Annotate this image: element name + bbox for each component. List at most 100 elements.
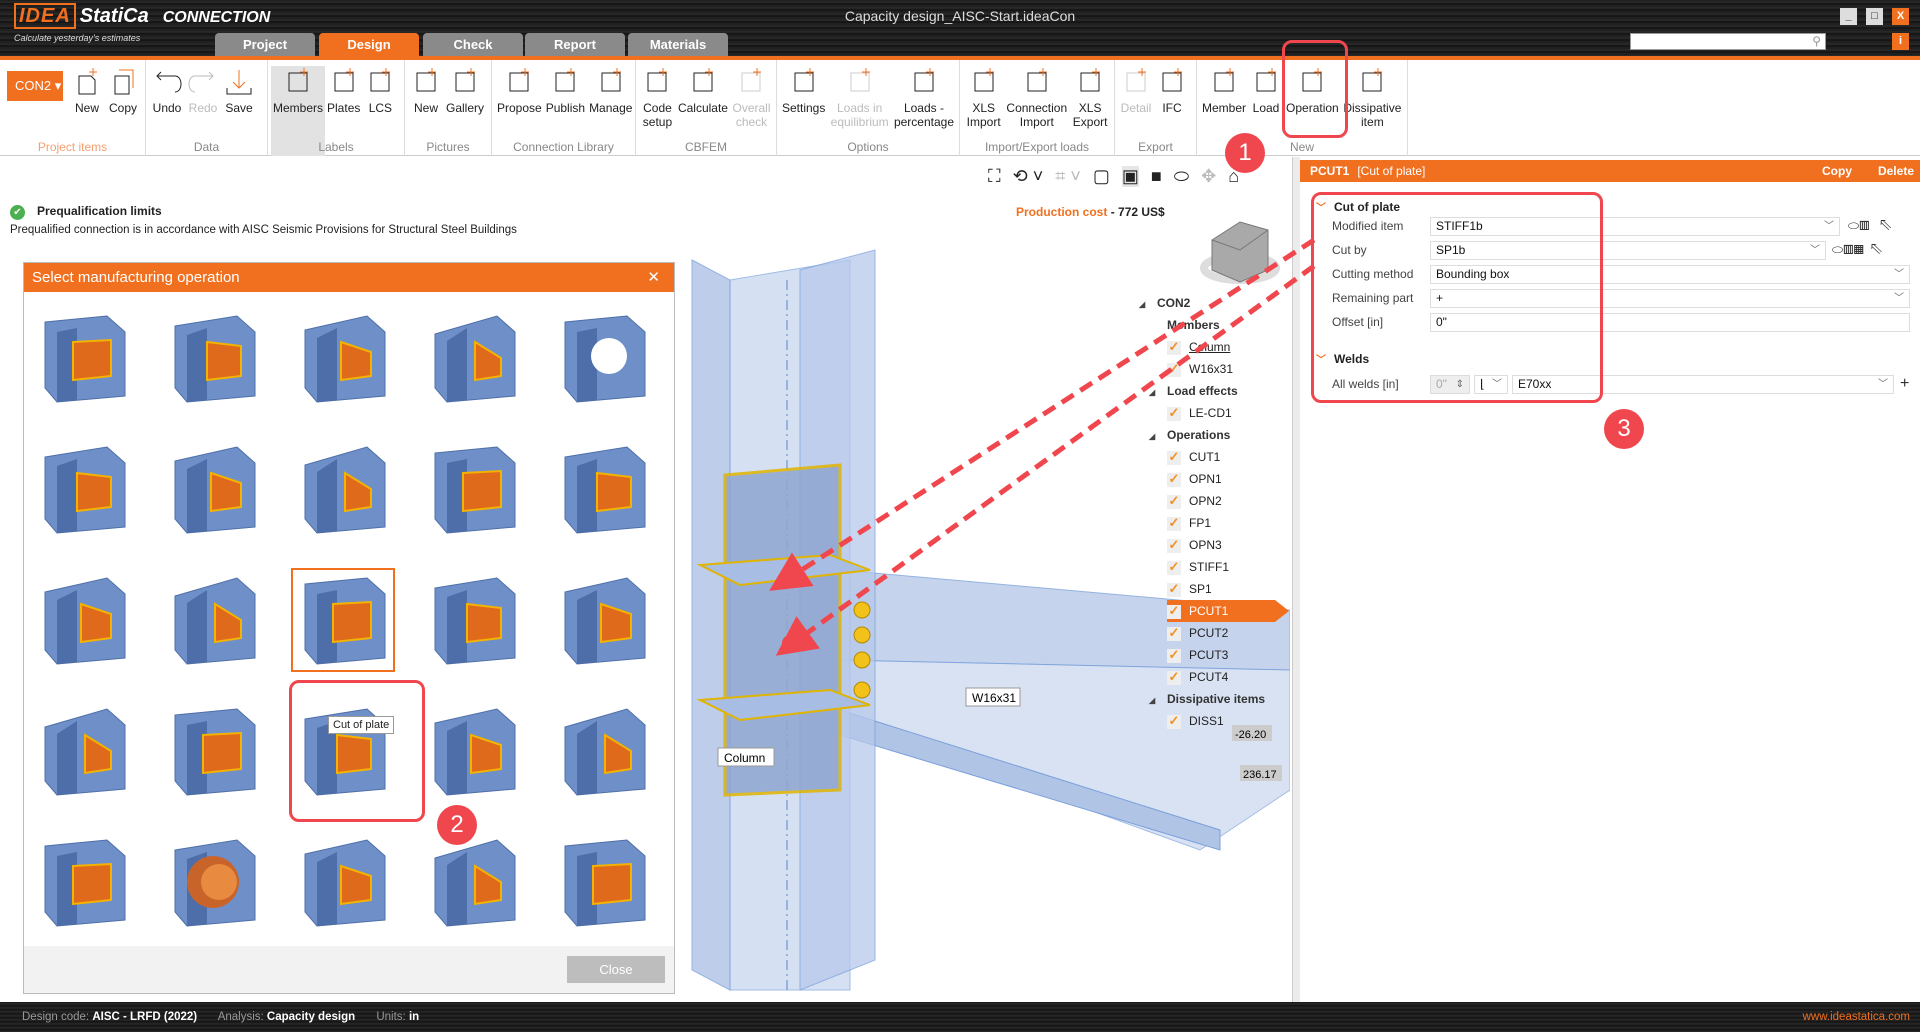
operation-thumbnail[interactable] <box>297 312 389 404</box>
xls-import-icon <box>974 68 994 92</box>
tree-item[interactable]: ✓ OPN1 <box>1139 468 1289 490</box>
transparent-view-icon[interactable]: ▣ <box>1121 165 1139 187</box>
tab-materials[interactable]: Materials <box>628 33 728 56</box>
tab-check[interactable]: Check <box>423 33 523 56</box>
tree-item[interactable]: ✓ PCUT2 <box>1139 622 1289 644</box>
button-label: IFC <box>1162 101 1182 115</box>
tab-report[interactable]: Report <box>525 33 625 56</box>
tree-item[interactable]: ✓ PCUT3 <box>1139 644 1289 666</box>
tree-section[interactable]: ◢ Dissipative items <box>1139 688 1289 710</box>
operation-thumbnail[interactable] <box>297 836 389 928</box>
operation-thumbnail[interactable] <box>427 705 519 797</box>
pan-icon[interactable]: ✥ <box>1201 166 1216 187</box>
view-cube-icon[interactable] <box>1200 221 1280 284</box>
tree-item[interactable]: ✓ W16x31 <box>1139 358 1289 380</box>
tree-item[interactable]: ✓ DISS1 <box>1139 710 1289 732</box>
tree-item[interactable]: ✓ PCUT4 <box>1139 666 1289 688</box>
checkbox[interactable]: ✓ <box>1167 604 1181 619</box>
operation-thumbnail[interactable] <box>167 836 259 928</box>
website-link[interactable]: www.ideastatica.com <box>1803 1002 1910 1032</box>
tree-item[interactable]: ✓ SP1 <box>1139 578 1289 600</box>
button-label: Connection Import <box>1006 101 1068 129</box>
properties-header: PCUT1 [Cut of plate] Copy Delete <box>1300 160 1920 182</box>
zoom-extents-icon[interactable]: ⛶ <box>988 166 1001 187</box>
operation-thumbnail[interactable] <box>37 836 129 928</box>
operation-thumbnail[interactable] <box>37 705 129 797</box>
solid-view-icon[interactable]: ■ <box>1151 166 1162 187</box>
tree-item[interactable]: ✓ FP1 <box>1139 512 1289 534</box>
member-view-icon[interactable]: ⬭ <box>1174 166 1189 187</box>
operation-thumbnail[interactable] <box>427 574 519 666</box>
operation-thumbnail[interactable] <box>37 312 129 404</box>
search-input[interactable]: ⚲ <box>1630 33 1826 50</box>
operation-thumbnail[interactable] <box>557 836 649 928</box>
checkbox[interactable]: ✓ <box>1167 494 1181 509</box>
button-label: Manage <box>589 101 633 115</box>
delete-button[interactable]: Delete <box>1878 160 1914 182</box>
checkbox[interactable]: ✓ <box>1167 560 1181 575</box>
checkbox[interactable]: ✓ <box>1167 450 1181 465</box>
operation-thumbnail[interactable] <box>291 568 395 672</box>
add-weld-icon[interactable]: + <box>1900 375 1909 393</box>
info-button[interactable]: i <box>1892 33 1909 50</box>
chevron-down-icon: ﹀ <box>1824 221 1834 232</box>
pick-icons[interactable]: ⬭▥▦ ⇖ <box>1832 242 1882 258</box>
copy-button[interactable]: Copy <box>1822 160 1852 182</box>
operation-thumbnail[interactable] <box>297 443 389 535</box>
checkbox[interactable]: ✓ <box>1167 670 1181 685</box>
checkbox[interactable]: ✓ <box>1167 648 1181 663</box>
close-button[interactable]: X <box>1892 8 1909 25</box>
tree-item[interactable]: ✓ CUT1 <box>1139 446 1289 468</box>
operation-thumbnail[interactable] <box>557 443 649 535</box>
checkbox[interactable]: ✓ <box>1167 406 1181 421</box>
operation-thumbnail[interactable] <box>167 443 259 535</box>
analysis-label: Analysis: <box>217 1011 264 1023</box>
tree-item[interactable]: ✓ OPN2 <box>1139 490 1289 512</box>
tree-item[interactable]: ✓ PCUT1 <box>1167 600 1289 622</box>
panel-splitter[interactable] <box>1292 157 1300 1002</box>
rotate-icon[interactable]: ⟲ ˅ <box>1013 166 1044 187</box>
tab-design[interactable]: Design <box>319 33 419 56</box>
tree-section[interactable]: ◢ Operations <box>1139 424 1289 446</box>
ribbon-group-labels: Members Plates LCS Labels <box>268 60 405 156</box>
tree-section[interactable]: Members <box>1139 314 1289 336</box>
connection-selector[interactable]: CON2 ▾ <box>7 71 63 101</box>
tab-project[interactable]: Project <box>215 33 315 56</box>
tree-root[interactable]: ◢ CON2 <box>1139 292 1289 314</box>
maximize-button[interactable]: □ <box>1866 8 1883 25</box>
operation-thumbnail[interactable] <box>427 836 519 928</box>
checkbox[interactable]: ✓ <box>1167 362 1181 377</box>
close-icon[interactable]: ✕ <box>647 263 660 292</box>
operation-thumbnail[interactable] <box>167 312 259 404</box>
tree-section[interactable]: ◢ Load effects <box>1139 380 1289 402</box>
operation-thumbnail[interactable] <box>37 574 129 666</box>
clip-icon[interactable]: ⌗ ˅ <box>1055 166 1081 187</box>
checkbox[interactable]: ✓ <box>1167 626 1181 641</box>
close-dialog-button[interactable]: Close <box>567 956 665 983</box>
tree-item[interactable]: ✓ STIFF1 <box>1139 556 1289 578</box>
checkbox[interactable]: ✓ <box>1167 538 1181 553</box>
checkbox[interactable]: ✓ <box>1167 516 1181 531</box>
operation-thumbnail[interactable] <box>167 574 259 666</box>
operation-thumbnail[interactable] <box>557 312 649 404</box>
pick-icons[interactable]: ⬭▥ ⇖ <box>1848 218 1891 234</box>
chevron-down-icon: ﹀ <box>1810 245 1820 256</box>
operation-thumbnail[interactable] <box>427 443 519 535</box>
tree-item[interactable]: ✓ OPN3 <box>1139 534 1289 556</box>
prequal-title: Prequalification limits <box>37 204 162 218</box>
check-ok-icon: ✔ <box>10 205 25 220</box>
tree-item[interactable]: ✓ LE-CD1 <box>1139 402 1289 424</box>
checkbox[interactable]: ✓ <box>1167 714 1181 729</box>
checkbox[interactable]: ✓ <box>1167 472 1181 487</box>
wireframe-view-icon[interactable]: ▢ <box>1093 166 1110 187</box>
tree-item[interactable]: ✓ Column <box>1139 336 1289 358</box>
operation-thumbnail[interactable] <box>557 574 649 666</box>
loads-equilibrium-icon <box>850 68 870 92</box>
minimize-button[interactable]: _ <box>1840 8 1857 25</box>
operation-thumbnail[interactable] <box>37 443 129 535</box>
checkbox[interactable]: ✓ <box>1167 340 1181 355</box>
operation-thumbnail[interactable] <box>557 705 649 797</box>
checkbox[interactable]: ✓ <box>1167 582 1181 597</box>
operation-thumbnail[interactable] <box>167 705 259 797</box>
operation-thumbnail[interactable] <box>427 312 519 404</box>
